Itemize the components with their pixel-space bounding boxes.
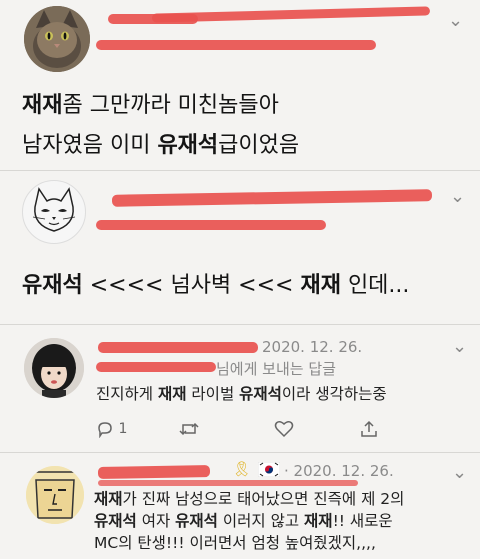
share-button[interactable] <box>360 420 378 442</box>
face-avatar-icon[interactable] <box>26 466 84 524</box>
reply-text: 재재가 진짜 남성으로 태어났으면 진즉에 제 2의 유재석 여자 유재석 이러… <box>94 488 474 554</box>
chevron-down-icon[interactable]: ⌄ <box>450 186 465 207</box>
reply-date: · 2020. 12. 26. <box>284 462 394 480</box>
chevron-down-icon[interactable]: ⌄ <box>452 336 467 357</box>
redacted-display-name <box>151 6 431 23</box>
divider <box>0 324 480 325</box>
tweet-text-line: 재재좀 그만까라 미친놈들아 <box>22 93 279 118</box>
reply-text: 진지하게 재재 라이벌 유재석이라 생각하는중 <box>96 385 387 403</box>
cat-sketch-avatar-icon[interactable] <box>22 180 86 244</box>
like-icon <box>274 421 294 438</box>
redacted-display-name <box>97 465 211 479</box>
like-button[interactable] <box>274 420 294 442</box>
tweet-text: 재재좀 그만까라 미친놈들아 남자였음 이미 유재석급이었음 <box>22 88 462 164</box>
korea-flag-icon <box>257 461 281 481</box>
chevron-down-icon[interactable]: ⌄ <box>448 10 463 31</box>
reply-text-line: 유재석 여자 유재석 이러지 않고 재재!! 새로운 <box>94 512 393 530</box>
redacted-mention <box>96 362 216 372</box>
redacted-handle <box>96 220 326 230</box>
tweet-text-line: 남자였음 이미 유재석급이었음 <box>22 133 300 158</box>
redacted-display-name <box>111 189 433 207</box>
reply-button[interactable]: 1 <box>96 420 128 439</box>
reply-date: 2020. 12. 26. <box>262 338 363 356</box>
redacted-display-name <box>98 342 258 353</box>
divider <box>0 170 480 171</box>
reply-text-line: 재재가 진짜 남성으로 태어났으면 진즉에 제 2의 <box>94 490 405 508</box>
girl-avatar-icon[interactable] <box>24 338 84 398</box>
cat-avatar-icon[interactable] <box>24 6 90 72</box>
divider <box>0 452 480 453</box>
retweet-icon <box>179 422 199 436</box>
reply-count: 1 <box>118 421 128 437</box>
replying-to-label: 님에게 보내는 답글 <box>216 360 336 378</box>
reply-text-line: MC의 탄생!!! 이러면서 엄청 높여줬겠지,,,, <box>94 534 376 552</box>
tweet-text: 유재석 <<<< 넘사벽 <<< 재재 인데... <box>22 273 410 298</box>
chevron-down-icon[interactable]: ⌄ <box>452 462 467 483</box>
share-icon <box>361 420 377 437</box>
reply-icon <box>98 422 112 439</box>
redacted-handle <box>96 40 376 50</box>
redacted-handle <box>98 480 358 486</box>
ribbon-icon: 🎗 <box>232 460 252 478</box>
retweet-button[interactable] <box>178 420 200 442</box>
